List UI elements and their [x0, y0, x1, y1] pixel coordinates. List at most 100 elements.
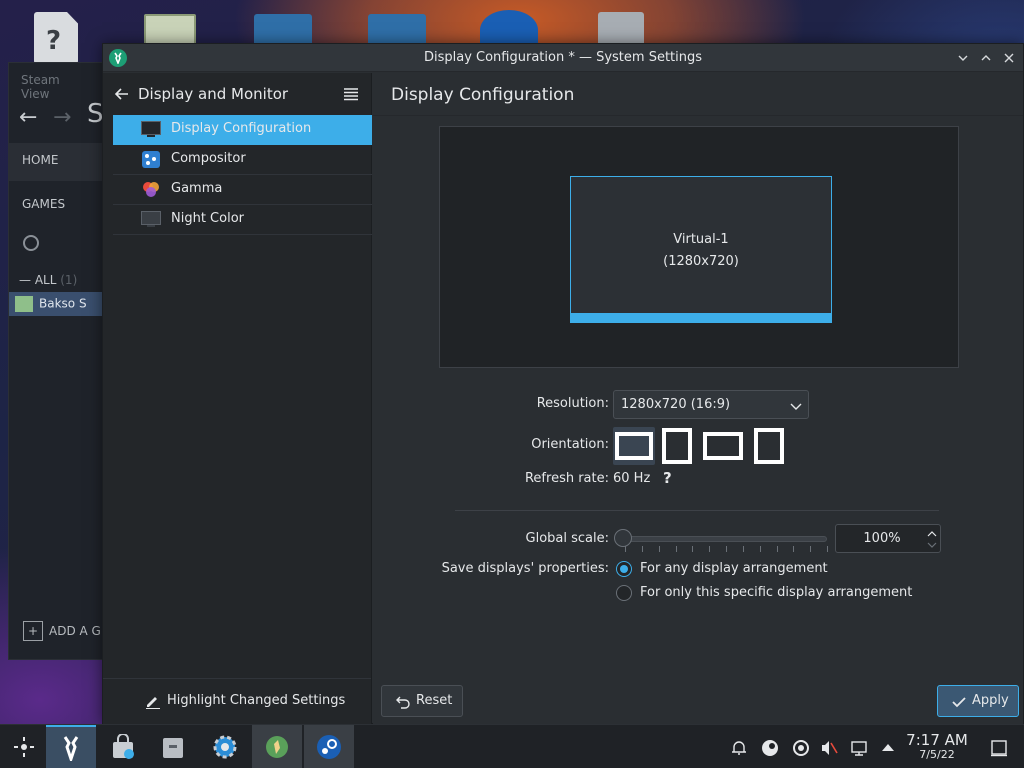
resolution-select[interactable]: 1280x720 (16:9): [613, 390, 809, 419]
slider-tick: [776, 546, 778, 552]
maximize-chevron-up-icon[interactable]: [976, 48, 996, 68]
clock-date: 7/5/22: [919, 748, 955, 761]
update-tray-icon[interactable]: [792, 739, 810, 757]
sidebar-item-display-configuration[interactable]: Display Configuration: [113, 115, 372, 145]
gear-icon: [213, 735, 237, 759]
shopping-bag-icon: [113, 734, 134, 759]
orientation-label: Orientation:: [531, 437, 609, 452]
notifications-bell-icon[interactable]: [730, 739, 748, 757]
highlight-changed-settings-button[interactable]: Highlight Changed Settings: [103, 678, 371, 724]
slider-tick: [709, 546, 711, 552]
taskbar-discover[interactable]: [98, 725, 148, 768]
window-titlebar[interactable]: Display Configuration * — System Setting…: [103, 44, 1023, 72]
chevron-down-icon: [790, 400, 802, 415]
taskbar-settings-gear[interactable]: [200, 725, 250, 768]
sidebar-header: Display and Monitor: [103, 73, 371, 116]
back-arrow-icon[interactable]: [113, 85, 131, 103]
global-scale-slider[interactable]: [625, 536, 827, 542]
game-thumbnail-icon: [15, 296, 33, 312]
slider-tick: [726, 546, 727, 552]
output-virtual-1[interactable]: Virtual-1 (1280x720): [570, 176, 832, 323]
steam-all-label: ALL: [34, 273, 57, 287]
slider-tick: [641, 546, 643, 552]
global-scale-spinbox[interactable]: 100%: [835, 524, 941, 553]
slider-tick: [625, 546, 626, 552]
slider-tick: [675, 546, 677, 552]
orientation-portrait-button[interactable]: [659, 427, 695, 465]
radio-any-arrangement-label[interactable]: For any display arrangement: [640, 561, 828, 576]
volume-muted-icon[interactable]: [820, 739, 838, 757]
tray-expand-arrow-icon[interactable]: [879, 739, 897, 757]
slider-tick: [742, 546, 744, 552]
slider-tick: [793, 546, 795, 552]
trash-desktop-icon[interactable]: [598, 12, 644, 46]
plus-icon: +: [23, 621, 43, 641]
global-scale-slider-handle[interactable]: [614, 529, 632, 547]
close-icon[interactable]: [999, 48, 1019, 68]
taskbar-steam[interactable]: [304, 725, 354, 768]
sidebar-item-gamma[interactable]: Gamma: [113, 175, 372, 205]
unknown-file-desktop-icon[interactable]: ?: [34, 12, 78, 64]
radio-specific-arrangement[interactable]: [616, 585, 632, 601]
folder-desktop-icon[interactable]: [368, 14, 426, 46]
highlight-changed-label: Highlight Changed Settings: [167, 693, 346, 708]
steam-all-section[interactable]: — ALL (1): [19, 273, 77, 287]
orientation-portrait-flipped-button[interactable]: [751, 427, 787, 465]
gamma-icon: [141, 181, 161, 198]
steam-back-arrow-icon[interactable]: ←: [19, 105, 37, 130]
resolution-value: 1280x720 (16:9): [621, 397, 731, 412]
screen-layout-view[interactable]: Virtual-1 (1280x720): [439, 126, 959, 368]
radio-specific-arrangement-label[interactable]: For only this specific display arrangeme…: [640, 585, 912, 600]
slider-tick: [658, 546, 660, 552]
show-desktop-icon[interactable]: [990, 739, 1008, 757]
slider-ticks: [625, 546, 828, 552]
output-resolution: (1280x720): [663, 254, 739, 269]
taskbar-file-manager[interactable]: [148, 725, 198, 768]
spin-down-chevron-icon[interactable]: [927, 539, 937, 549]
orientation-landscape-flipped-button[interactable]: [701, 427, 745, 465]
minimize-chevron-down-icon[interactable]: [953, 48, 973, 68]
checkmark-icon: [952, 697, 966, 708]
apply-button[interactable]: Apply: [937, 685, 1019, 717]
steam-tray-icon[interactable]: [761, 739, 779, 757]
steam-games-label[interactable]: GAMES: [22, 197, 65, 211]
help-icon[interactable]: ?: [663, 469, 672, 487]
sidebar-item-night-color[interactable]: Night Color: [113, 205, 372, 235]
reset-undo-icon: [396, 696, 410, 709]
taskbar-clock[interactable]: 7:17 AM 7/5/22: [898, 731, 976, 761]
steam-add-game-button[interactable]: + ADD A G: [23, 621, 101, 641]
radio-any-arrangement[interactable]: [616, 561, 632, 577]
taskbar: 7:17 AM 7/5/22: [0, 724, 1024, 768]
steam-menu-steam[interactable]: Steam: [21, 73, 60, 87]
spin-up-chevron-icon[interactable]: [927, 528, 937, 538]
display-configuration-page: Display Configuration Virtual-1 (1280x72…: [373, 73, 1023, 724]
output-name: Virtual-1: [673, 232, 729, 247]
steam-home-button[interactable]: HOME: [9, 143, 107, 181]
spreadsheet-desktop-icon[interactable]: [144, 14, 196, 46]
reset-button[interactable]: Reset: [381, 685, 463, 717]
steam-game-name: Bakso S: [39, 296, 87, 311]
steam-forward-arrow-icon[interactable]: →: [53, 105, 71, 130]
taskbar-map-app[interactable]: [252, 725, 302, 768]
hamburger-menu-icon[interactable]: [343, 86, 359, 102]
settings-sidebar: Display and Monitor Display Configuratio…: [103, 73, 372, 724]
page-title: Display Configuration: [391, 85, 575, 105]
steam-search-icon[interactable]: [23, 235, 39, 251]
steam-add-game-label: ADD A G: [49, 624, 101, 638]
home-folder-desktop-icon[interactable]: [254, 14, 312, 46]
taskbar-system-settings[interactable]: [46, 725, 96, 768]
map-globe-icon: [266, 736, 288, 758]
reset-label: Reset: [416, 693, 453, 708]
sidebar-item-label: Gamma: [171, 181, 223, 196]
slider-tick: [759, 546, 761, 552]
steam-game-item[interactable]: Bakso S: [9, 292, 107, 316]
application-launcher-button[interactable]: [0, 725, 50, 768]
slider-tick: [692, 546, 694, 552]
save-properties-label: Save displays' properties:: [441, 561, 609, 576]
network-wired-icon[interactable]: [850, 739, 868, 757]
steam-background-window[interactable]: Steam View ← → S HOME GAMES — ALL (1) Ba…: [8, 62, 108, 660]
orientation-landscape-button[interactable]: [613, 427, 655, 465]
sidebar-item-label: Night Color: [171, 211, 244, 226]
steam-menu-view[interactable]: View: [21, 87, 49, 101]
sidebar-item-compositor[interactable]: Compositor: [113, 145, 372, 175]
